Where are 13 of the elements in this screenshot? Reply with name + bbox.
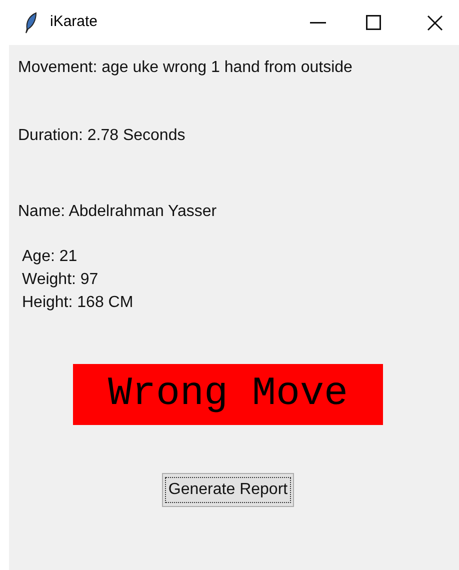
generate-report-button[interactable]: Generate Report xyxy=(162,473,294,507)
feather-icon xyxy=(24,12,38,34)
age-label: Age: 21 xyxy=(22,247,78,267)
close-icon[interactable] xyxy=(427,14,443,30)
name-label: Name: Abdelrahman Yasser xyxy=(18,202,217,222)
weight-label: Weight: 97 xyxy=(22,270,98,290)
duration-label: Duration: 2.78 Seconds xyxy=(18,126,186,146)
height-label: Height: 168 CM xyxy=(22,293,134,313)
minimize-icon[interactable] xyxy=(310,22,326,24)
maximize-icon[interactable] xyxy=(366,15,381,30)
movement-label: Movement: age uke wrong 1 hand from outside xyxy=(18,58,352,78)
window-title: iKarate xyxy=(50,12,98,32)
wrong-move-banner: Wrong Move xyxy=(73,364,383,425)
